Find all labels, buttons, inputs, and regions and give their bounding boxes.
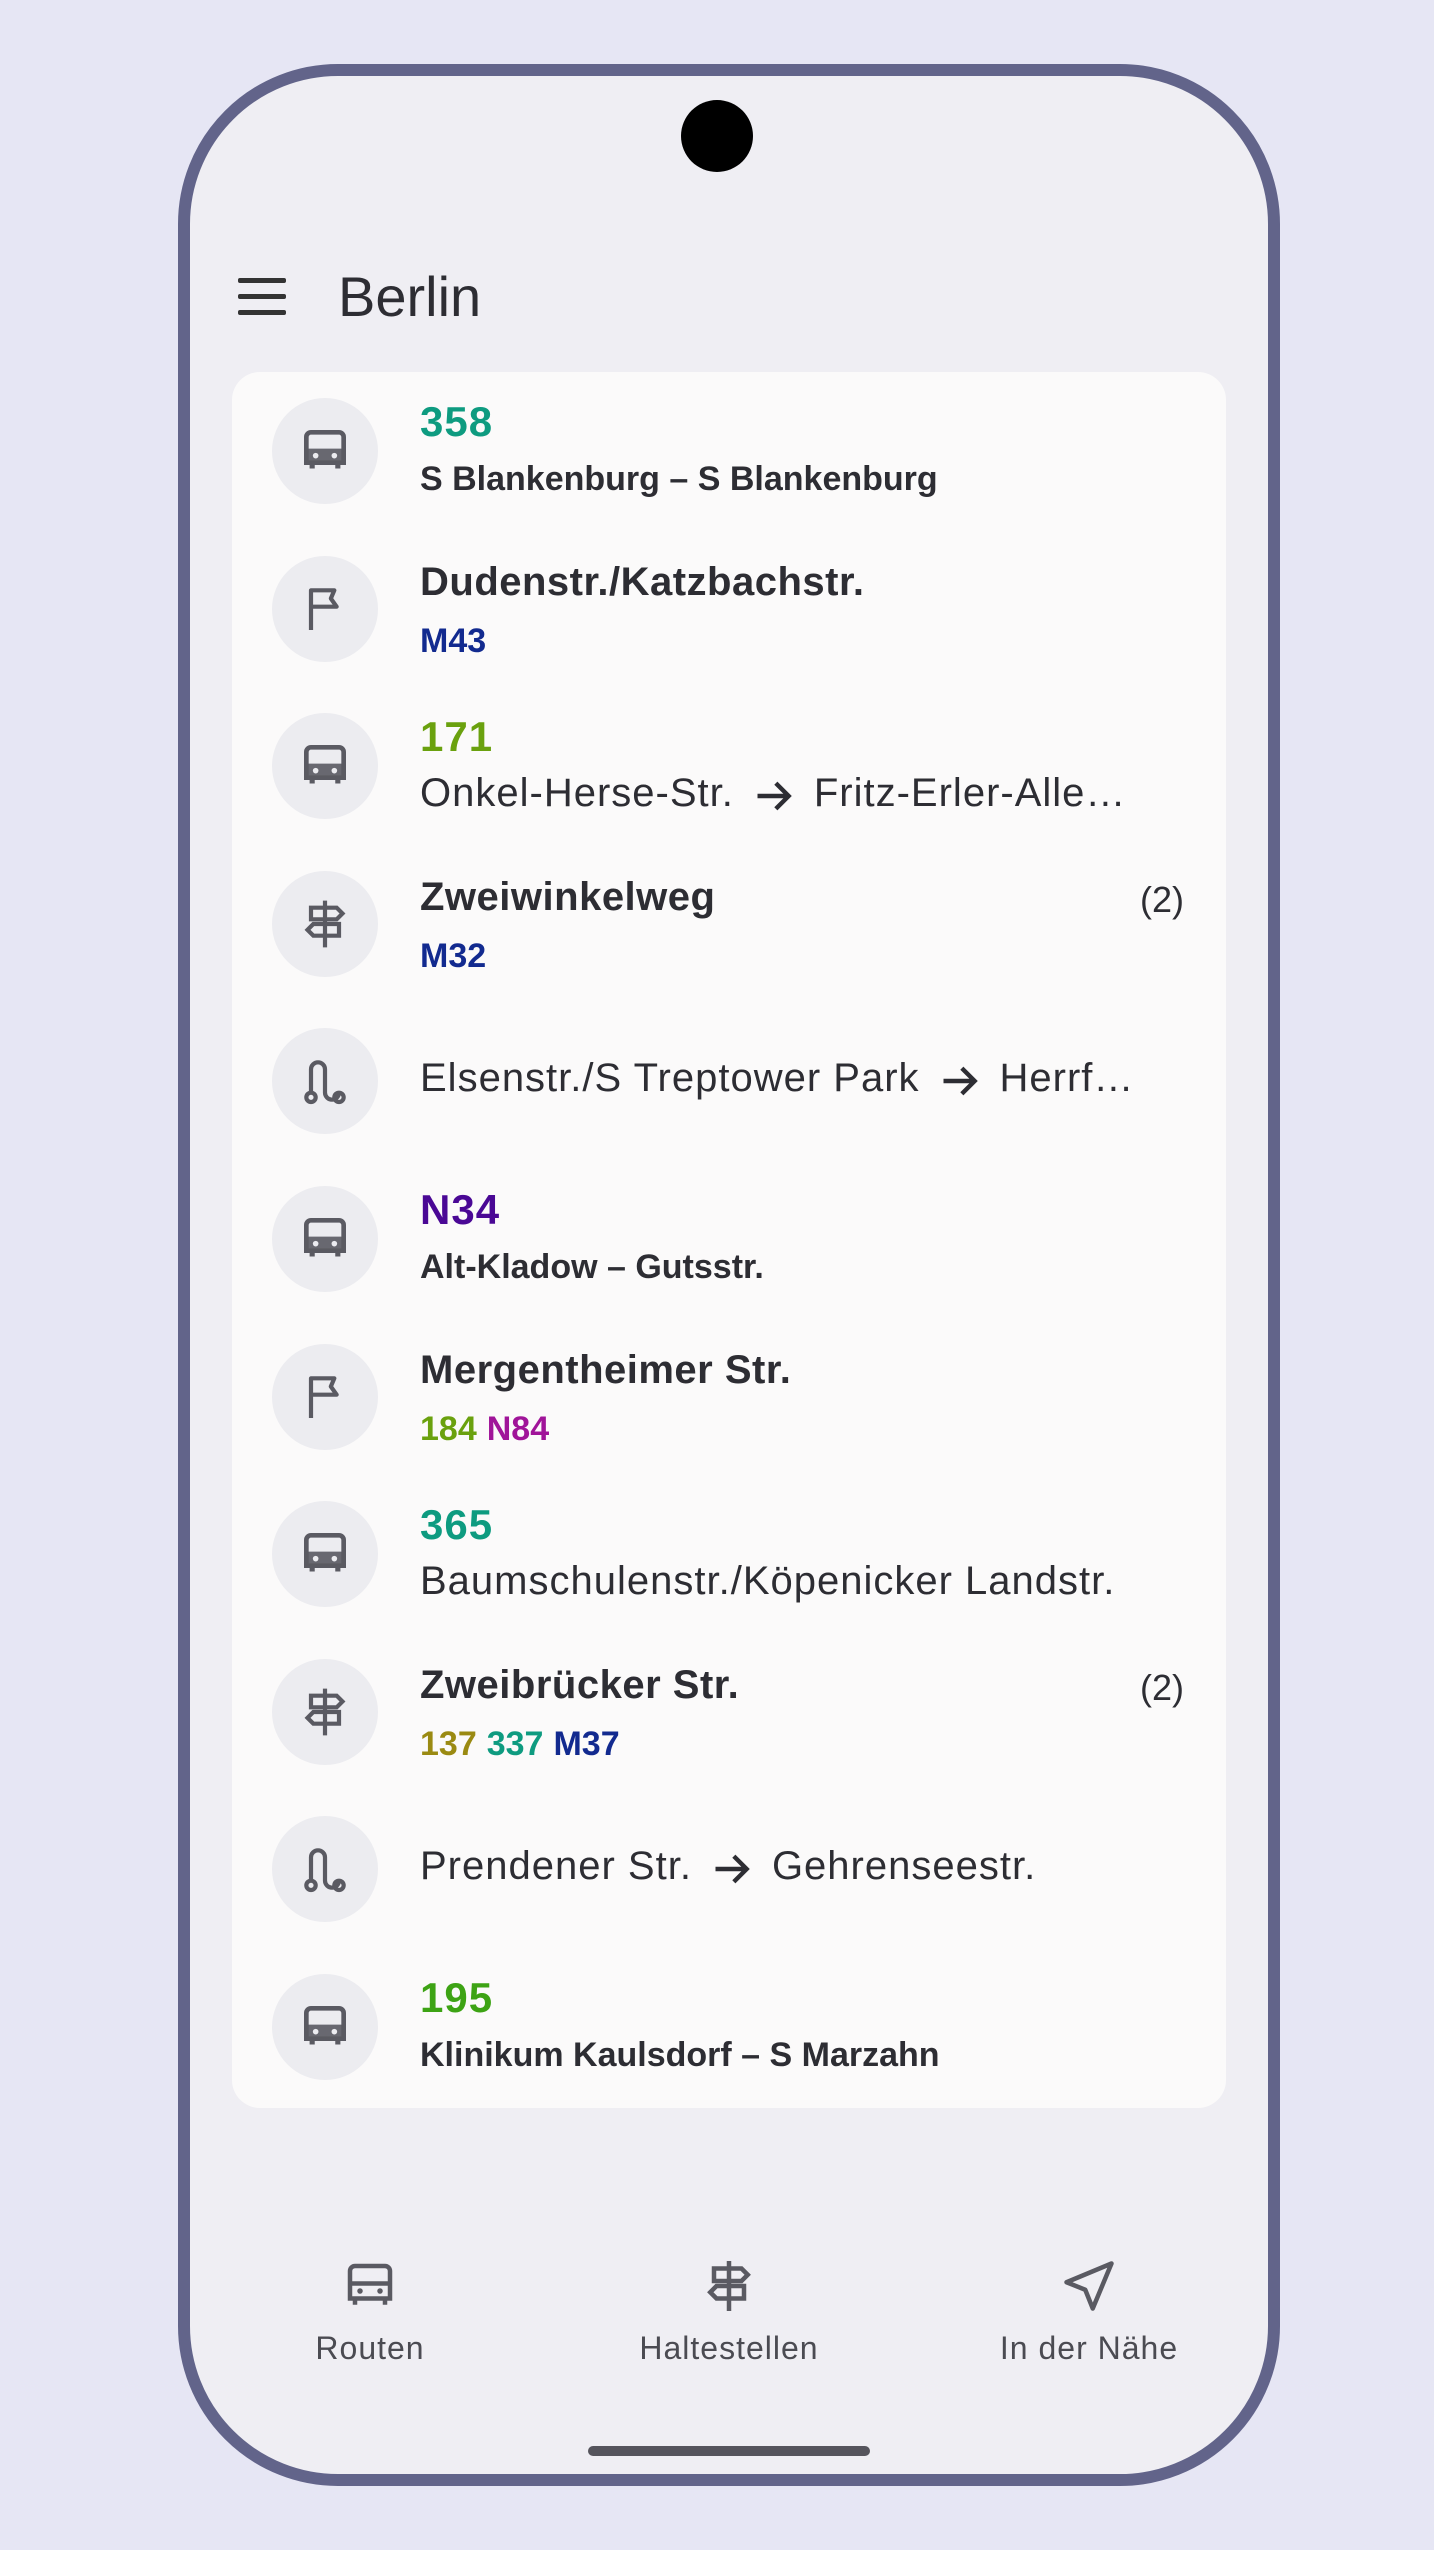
list-item-icon-badge <box>272 398 378 504</box>
direction-to: Fritz-Erler-Alle… <box>813 771 1127 816</box>
line-label: M32 <box>420 936 487 975</box>
route-number: 358 <box>420 398 494 445</box>
line-label: 337 <box>486 1724 544 1763</box>
stop-name: Zweiwinkelweg <box>420 874 716 919</box>
stop-count-badge: (2) <box>1140 878 1184 920</box>
list-item-icon-badge <box>272 713 378 820</box>
journey-from: Prendener Str. <box>420 1844 692 1889</box>
camera-cutout <box>681 100 753 172</box>
flag-icon <box>308 587 339 630</box>
line-label: 184 <box>420 1409 477 1448</box>
list-item-icon-badge <box>272 555 378 662</box>
bus-icon <box>347 2263 393 2305</box>
stop-lines: M32 <box>420 937 496 976</box>
list-item[interactable]: 358 S Blankenburg – S Blankenburg <box>232 372 1226 530</box>
journey-to: Herrf… <box>999 1056 1135 1101</box>
line-label: M37 <box>553 1724 620 1763</box>
nav-routes[interactable]: Routen <box>220 2256 520 2406</box>
route-number: 365 <box>420 1501 494 1549</box>
bus-icon <box>304 2006 346 2045</box>
recent-list: 358 S Blankenburg – S Blankenburg Dudenstr… <box>232 372 1226 2108</box>
line-label: N84 <box>486 1409 550 1448</box>
list-item-icon-badge <box>272 1816 378 1923</box>
signpost-icon <box>304 1688 346 1736</box>
nav-stops[interactable]: Haltestellen <box>579 2256 879 2406</box>
signpost-icon <box>707 2261 751 2311</box>
path-icon <box>304 1848 346 1893</box>
route-terminals: S Blankenburg – S Blankenburg <box>420 460 938 498</box>
stop-name: Zweibrücker Str. <box>420 1662 740 1707</box>
list-item-icon-badge <box>272 1658 378 1765</box>
route-terminals: Klinikum Kaulsdorf – S Marzahn <box>420 2036 940 2074</box>
list-item[interactable]: 365 Baumschulenstr./Köpenicker Landstr. <box>232 1475 1226 1633</box>
stop-name: Mergentheimer Str. <box>420 1347 792 1392</box>
bus-icon <box>304 1218 346 1257</box>
list-item[interactable]: 171 Onkel-Herse-Str. Fritz-Erler-Alle… <box>232 687 1226 845</box>
path-icon <box>304 1060 346 1105</box>
stop-count-badge: (2) <box>1140 1666 1184 1708</box>
direction-from: Baumschulenstr./Köpenicker Landstr. <box>420 1559 1116 1604</box>
stop-lines: 184 N84 <box>420 1410 559 1449</box>
nav-routes-label: Routen <box>315 2330 425 2366</box>
stop-lines: M43 <box>420 622 496 661</box>
nav-nearby-label: In der Nähe <box>999 2330 1179 2366</box>
route-direction: Baumschulenstr./Köpenicker Landstr. <box>420 1559 1115 1604</box>
route-direction: Onkel-Herse-Str. Fritz-Erler-Alle… <box>420 771 1126 817</box>
line-label: 137 <box>420 1724 477 1763</box>
stop-name: Dudenstr./Katzbachstr. <box>420 559 865 604</box>
journey-route: Prendener Str. Gehrenseestr. <box>420 1844 1036 1890</box>
signpost-icon <box>304 900 346 948</box>
list-item-icon-badge <box>272 1028 378 1135</box>
list-item[interactable]: Dudenstr./Katzbachstr. M43 <box>232 530 1226 688</box>
arrow-right-icon <box>757 781 792 811</box>
list-item[interactable]: N34 Alt-Kladow – Gutsstr. <box>232 1160 1226 1318</box>
line-label: M43 <box>420 621 487 660</box>
arrow-right-icon <box>715 1854 750 1884</box>
bus-icon <box>304 430 346 469</box>
list-item-icon-badge <box>272 870 378 977</box>
route-number: 171 <box>420 713 494 761</box>
list-item-icon-badge <box>272 1974 378 2080</box>
route-number: 195 <box>420 1974 494 2021</box>
list-item[interactable]: Prendener Str. Gehrenseestr. <box>232 1790 1226 1948</box>
page-title: Berlin <box>338 265 482 328</box>
list-item[interactable]: Elsenstr./S Treptower Park Herrf… <box>232 1002 1226 1160</box>
list-item[interactable]: Zweiwinkelweg (2) M32 <box>232 845 1226 1003</box>
list-item[interactable]: Mergentheimer Str. 184 N84 <box>232 1318 1226 1476</box>
nav-stops-label: Haltestellen <box>639 2330 819 2366</box>
flag-icon <box>308 1375 339 1418</box>
arrow-right-icon <box>943 1066 978 1096</box>
menu-icon[interactable] <box>230 266 290 326</box>
list-item-icon-badge <box>272 1501 378 1608</box>
journey-from: Elsenstr./S Treptower Park <box>420 1056 920 1101</box>
route-number: N34 <box>420 1186 501 1233</box>
list-item[interactable]: Zweibrücker Str. (2) 137 337 M37 <box>232 1633 1226 1791</box>
journey-route: Elsenstr./S Treptower Park Herrf… <box>420 1056 1134 1102</box>
nav-nearby[interactable]: In der Nähe <box>939 2256 1239 2406</box>
stop-lines: 137 337 M37 <box>420 1725 630 1764</box>
list-item[interactable]: 195 Klinikum Kaulsdorf – S Marzahn <box>232 1948 1226 2106</box>
journey-to: Gehrenseestr. <box>771 1844 1037 1889</box>
home-indicator <box>588 2446 870 2456</box>
list-item-icon-badge <box>272 1186 378 1292</box>
bus-icon <box>304 745 346 784</box>
list-item-icon-badge <box>272 1343 378 1450</box>
route-terminals: Alt-Kladow – Gutsstr. <box>420 1248 764 1286</box>
bottom-navigation: Routen Haltestellen In der Nähe <box>190 2256 1268 2406</box>
navigation-arrow-icon <box>1064 2261 1114 2311</box>
phone-frame: Berlin 358 S Blankenburg – S Blankenburg D… <box>178 64 1280 2486</box>
bus-icon <box>304 1533 346 1572</box>
top-app-bar: Berlin <box>190 242 1268 352</box>
direction-from: Onkel-Herse-Str. <box>420 771 734 816</box>
